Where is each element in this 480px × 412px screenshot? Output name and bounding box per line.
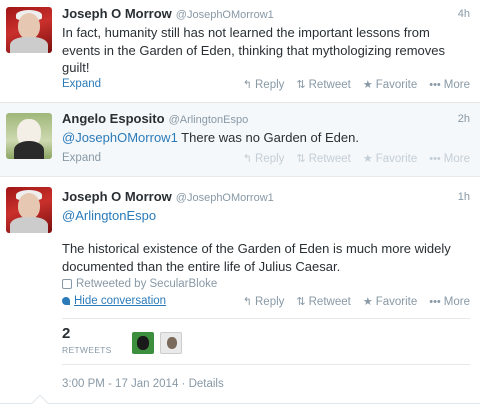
star-icon: ★: [362, 79, 373, 91]
favorite-button[interactable]: ★ Favorite: [362, 152, 418, 166]
retweeted-by[interactable]: Retweeted by SecularBloke: [62, 278, 217, 290]
divider: [62, 364, 470, 365]
author-name[interactable]: Joseph O Morrow: [62, 189, 172, 204]
more-label: More: [443, 78, 470, 91]
ellipsis-icon: •••: [429, 152, 441, 165]
retweet-label: Retweet: [308, 152, 351, 165]
divider: [62, 318, 470, 319]
tweet-text: The historical existence of the Garden o…: [62, 241, 451, 274]
tweet-time[interactable]: 4h: [458, 8, 470, 20]
retweet-icon: ⇅: [296, 296, 306, 308]
star-icon: ★: [362, 296, 373, 308]
ellipsis-icon: •••: [429, 78, 441, 91]
author-handle[interactable]: @ArlingtonEspo: [169, 114, 249, 126]
reply-label: Reply: [255, 295, 285, 308]
reply-label: Reply: [255, 152, 285, 165]
tweet-text: In fact, humanity still has not learned …: [62, 25, 445, 75]
conversation-bubble-icon: [62, 297, 70, 305]
avatar-body: [10, 217, 48, 233]
author-name[interactable]: Joseph O Morrow: [62, 6, 172, 21]
avatar-body: [10, 37, 48, 53]
avatar[interactable]: [6, 7, 52, 53]
favorite-button[interactable]: ★ Favorite: [362, 295, 418, 309]
retweeter-avatar[interactable]: [160, 332, 182, 354]
tweet-time[interactable]: 2h: [458, 113, 470, 125]
avatar[interactable]: [6, 113, 52, 159]
more-button[interactable]: ••• More: [429, 78, 470, 91]
tweet-actions: ↰ Reply ⇅ Retweet ★ Favorite ••• More: [242, 152, 470, 166]
retweet-button[interactable]: ⇅ Retweet: [296, 78, 351, 92]
tweet-time[interactable]: 1h: [458, 191, 470, 203]
favorite-label: Favorite: [375, 152, 418, 165]
star-icon: ★: [362, 153, 373, 165]
tweet-actions: ↰ Reply ⇅ Retweet ★ Favorite ••• More: [242, 78, 470, 92]
retweet-button[interactable]: ⇅ Retweet: [296, 295, 351, 309]
avatar-dark-shape: [14, 141, 44, 159]
hide-conversation-link[interactable]: Hide conversation: [62, 295, 166, 307]
retweet-label: Retweet: [308, 295, 351, 308]
reply-button[interactable]: ↰ Reply: [242, 295, 285, 309]
retweets-label[interactable]: RETWEETS: [62, 345, 112, 355]
favorite-label: Favorite: [375, 295, 418, 308]
tweet-text-body: There was no Garden of Eden.: [177, 130, 359, 145]
ellipsis-icon: •••: [429, 295, 441, 308]
retweet-icon: [62, 279, 72, 289]
retweet-button[interactable]: ⇅ Retweet: [296, 152, 351, 166]
retweeter-avatar[interactable]: [132, 332, 154, 354]
divider: [0, 403, 480, 404]
reply-arrow-icon: ↰: [242, 79, 252, 91]
expand-link[interactable]: Expand: [62, 78, 101, 90]
more-label: More: [443, 295, 470, 308]
tweet-actions: ↰ Reply ⇅ Retweet ★ Favorite ••• More: [242, 295, 470, 309]
author-name[interactable]: Angelo Esposito: [62, 111, 165, 126]
tweet-text: @JosephOMorrow1 There was no Garden of E…: [62, 129, 470, 147]
retweeted-by-label[interactable]: Retweeted by SecularBloke: [76, 278, 217, 290]
mention-link[interactable]: @ArlingtonEspo: [62, 207, 470, 225]
retweet-icon: ⇅: [296, 79, 306, 91]
avatar-figure: [137, 336, 149, 350]
tweet-author[interactable]: Joseph O Morrow @JosephOMorrow1: [62, 6, 274, 21]
tweet-author[interactable]: Joseph O Morrow @JosephOMorrow1: [62, 189, 274, 204]
reply-label: Reply: [255, 78, 285, 91]
more-button[interactable]: ••• More: [429, 152, 470, 165]
tweet[interactable]: Angelo Esposito @ArlingtonEspo 2h @Joseph…: [0, 103, 480, 177]
author-handle[interactable]: @JosephOMorrow1: [176, 9, 274, 21]
avatar-face: [18, 193, 40, 219]
more-button[interactable]: ••• More: [429, 295, 470, 308]
tweet-timestamp[interactable]: 3:00 PM - 17 Jan 2014 · Details: [62, 378, 224, 390]
reply-button[interactable]: ↰ Reply: [242, 78, 285, 92]
favorite-button[interactable]: ★ Favorite: [362, 78, 418, 92]
reply-arrow-icon: ↰: [242, 296, 252, 308]
avatar-figure: [167, 337, 177, 349]
reply-button[interactable]: ↰ Reply: [242, 152, 285, 166]
hide-conversation-label[interactable]: Hide conversation: [74, 295, 166, 307]
author-handle[interactable]: @JosephOMorrow1: [176, 192, 274, 204]
avatar-face: [18, 13, 40, 39]
tweet[interactable]: Joseph O Morrow @JosephOMorrow1 4h In fac…: [0, 0, 480, 103]
mention-link[interactable]: @JosephOMorrow1: [62, 130, 178, 145]
more-label: More: [443, 152, 470, 165]
favorite-label: Favorite: [375, 78, 418, 91]
retweet-count[interactable]: 2: [62, 325, 70, 342]
avatar[interactable]: [6, 187, 52, 233]
retweet-label: Retweet: [308, 78, 351, 91]
tweet-author[interactable]: Angelo Esposito @ArlingtonEspo: [62, 111, 248, 126]
reply-arrow-icon: ↰: [242, 153, 252, 165]
retweet-icon: ⇅: [296, 153, 306, 165]
expand-link[interactable]: Expand: [62, 152, 101, 164]
